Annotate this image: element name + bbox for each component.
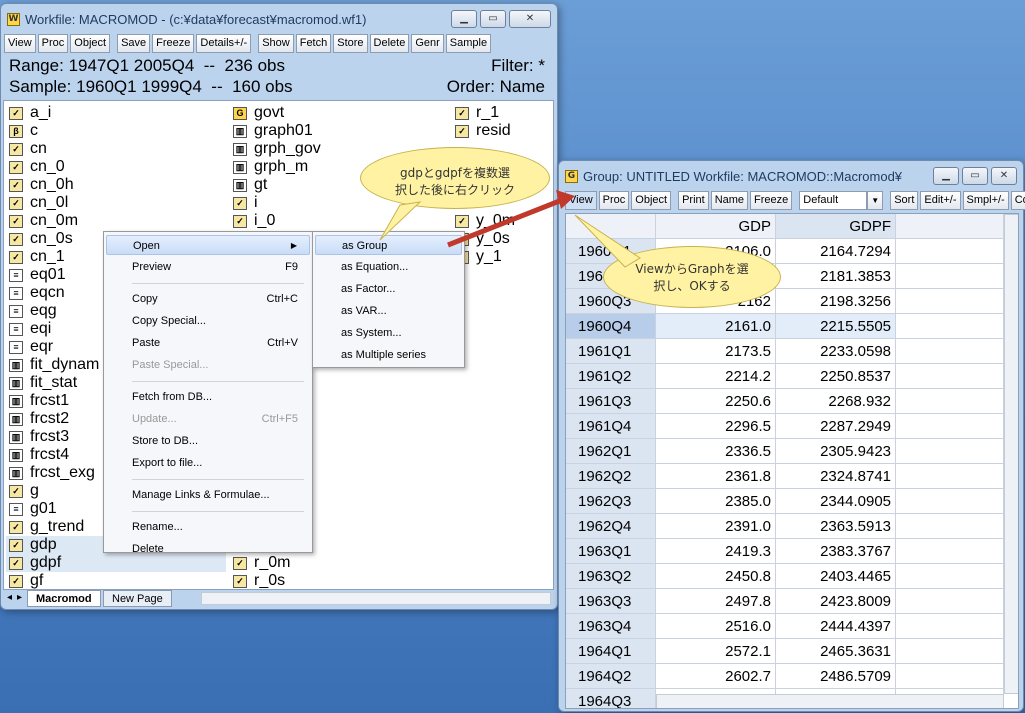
callout-tail-2: [574, 214, 641, 268]
